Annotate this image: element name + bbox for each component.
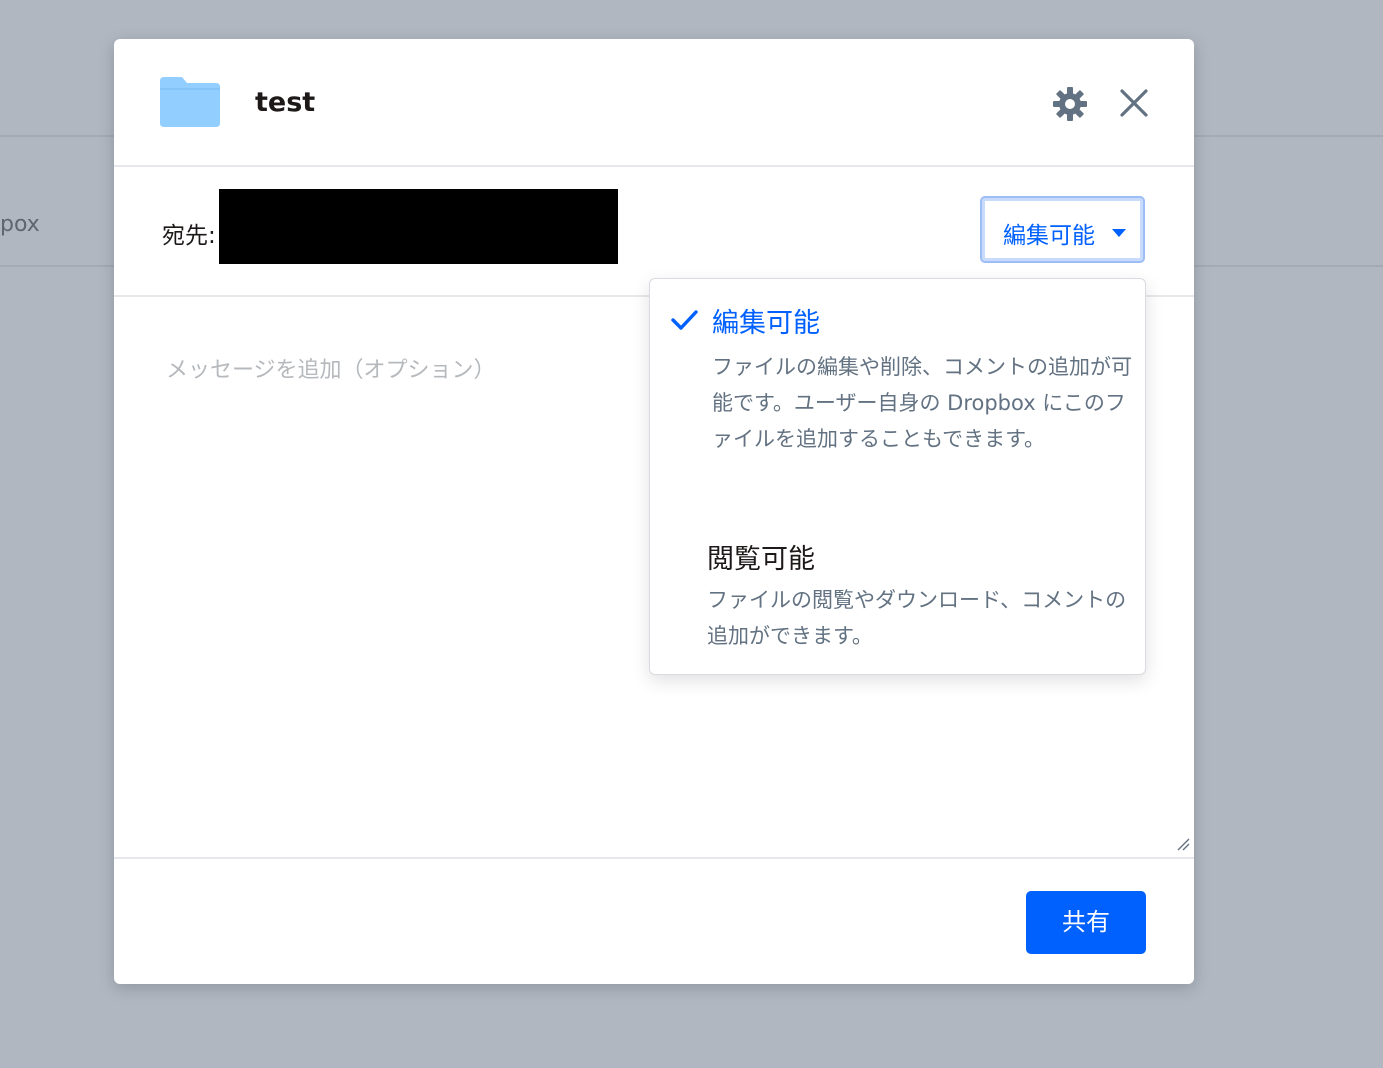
resize-handle-icon[interactable] bbox=[1176, 837, 1190, 851]
option-title: 編集可能 bbox=[712, 308, 820, 339]
option-description: ファイルの編集や削除、コメントの追加が可能です。ユーザー自身の Dropbox … bbox=[712, 355, 1132, 451]
permission-dropdown-button[interactable]: 編集可能 bbox=[980, 196, 1145, 263]
dialog-header: test bbox=[114, 39, 1194, 167]
background-divider bbox=[1194, 265, 1383, 267]
permission-option-view[interactable]: 閲覧可能 ファイルの閲覧やダウンロード、コメントの追加ができます。 bbox=[650, 537, 1145, 657]
share-button[interactable]: 共有 bbox=[1026, 891, 1146, 954]
check-icon bbox=[671, 310, 698, 330]
background-divider bbox=[0, 135, 114, 137]
permission-menu: 編集可能 ファイルの編集や削除、コメントの追加が可能です。ユーザー自身の Dro… bbox=[649, 278, 1146, 675]
background-divider bbox=[1194, 135, 1383, 137]
gear-icon[interactable] bbox=[1052, 86, 1088, 122]
option-description: ファイルの閲覧やダウンロード、コメントの追加ができます。 bbox=[707, 588, 1127, 648]
option-title: 閲覧可能 bbox=[707, 544, 815, 575]
folder-icon bbox=[160, 77, 220, 127]
background-divider bbox=[0, 265, 114, 267]
close-icon[interactable] bbox=[1117, 86, 1151, 120]
chevron-down-icon bbox=[1112, 229, 1126, 237]
background-text: pox bbox=[0, 212, 40, 237]
message-input[interactable]: メッセージを追加（オプション） bbox=[166, 352, 496, 384]
recipient-input[interactable] bbox=[219, 189, 618, 264]
footer-divider bbox=[114, 857, 1194, 859]
permission-option-edit[interactable]: 編集可能 ファイルの編集や削除、コメントの追加が可能です。ユーザー自身の Dro… bbox=[650, 299, 1145, 499]
permission-label: 編集可能 bbox=[1003, 223, 1095, 249]
dialog-title: test bbox=[255, 87, 316, 118]
to-label: 宛先: bbox=[162, 223, 216, 249]
